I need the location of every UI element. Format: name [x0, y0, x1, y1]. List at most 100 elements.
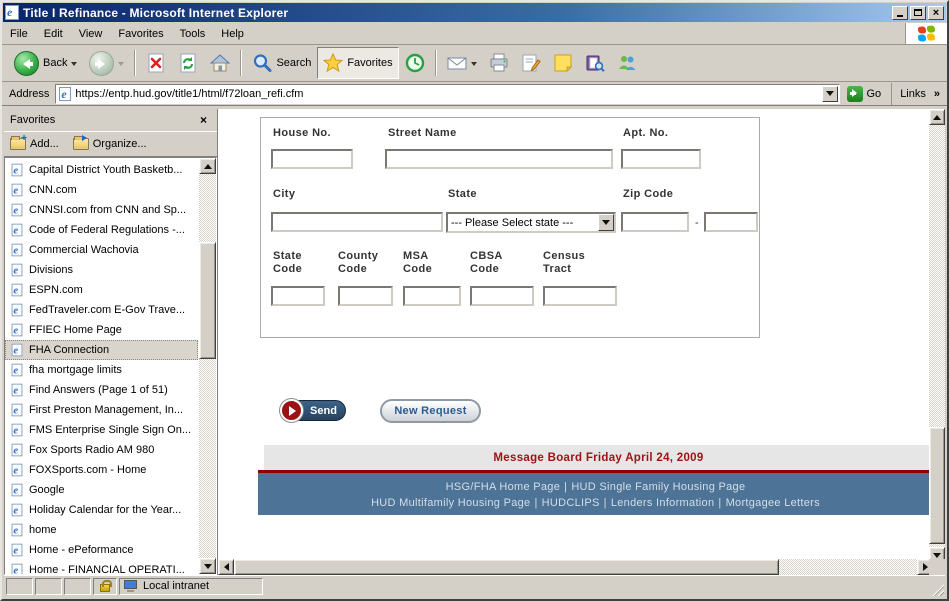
discuss-button[interactable]: [547, 47, 579, 79]
resize-grip[interactable]: [931, 583, 944, 596]
county-code-input[interactable]: [338, 286, 393, 306]
favorites-scrollbar[interactable]: [199, 158, 216, 574]
scroll-track[interactable]: [199, 174, 216, 558]
send-button[interactable]: Send: [280, 399, 346, 422]
menu-help[interactable]: Help: [213, 25, 252, 43]
footer-link[interactable]: Lenders Information: [611, 497, 715, 509]
maximize-button[interactable]: [910, 6, 926, 20]
scroll-left-button[interactable]: [218, 559, 234, 575]
mail-button[interactable]: [441, 47, 483, 79]
favorite-item[interactable]: Code of Federal Regulations -...: [5, 220, 198, 240]
favorite-item[interactable]: Divisions: [5, 260, 198, 280]
go-arrow-icon: [847, 86, 863, 102]
ie-page-icon: [12, 404, 23, 417]
history-button[interactable]: [399, 47, 431, 79]
favorites-button[interactable]: Favorites: [317, 47, 398, 79]
state-code-input[interactable]: [271, 286, 325, 306]
scroll-up-button[interactable]: [199, 158, 216, 174]
messenger-button[interactable]: [611, 47, 643, 79]
favorite-item[interactable]: CNN.com: [5, 180, 198, 200]
favorite-item[interactable]: fha mortgage limits: [5, 360, 198, 380]
content-horizontal-scrollbar[interactable]: [218, 559, 933, 575]
back-button[interactable]: Back: [8, 47, 83, 79]
favorite-item[interactable]: Holiday Calendar for the Year...: [5, 500, 198, 520]
favorite-item[interactable]: ESPN.com: [5, 280, 198, 300]
scroll-up-button[interactable]: [929, 109, 945, 125]
footer-link[interactable]: HSG/FHA Home Page: [446, 481, 561, 493]
cbsa-code-input[interactable]: [470, 286, 534, 306]
census-tract-label: Census Tract: [543, 250, 593, 276]
scroll-thumb[interactable]: [199, 242, 216, 359]
favorite-item[interactable]: Fox Sports Radio AM 980: [5, 440, 198, 460]
scroll-down-button[interactable]: [199, 558, 216, 574]
search-button[interactable]: Search: [246, 47, 317, 79]
ie-page-icon: [12, 224, 23, 237]
apt-no-label: Apt. No.: [623, 127, 668, 140]
lock-icon: [100, 584, 110, 592]
favorite-item[interactable]: Home - ePeformance: [5, 540, 198, 560]
house-no-input[interactable]: [271, 149, 353, 169]
favorite-item[interactable]: Capital District Youth Basketb...: [5, 160, 198, 180]
menu-file[interactable]: File: [2, 25, 36, 43]
select-dropdown-button[interactable]: [598, 214, 614, 231]
address-input[interactable]: https://entp.hud.gov/title1/html/f72loan…: [55, 84, 839, 104]
menu-view[interactable]: View: [71, 25, 111, 43]
add-favorite-button[interactable]: Add...: [10, 138, 59, 150]
state-select[interactable]: --- Please Select state ---: [446, 212, 616, 233]
close-button[interactable]: ×: [928, 6, 944, 20]
refresh-button[interactable]: [172, 47, 204, 79]
zip-plus4-input[interactable]: [704, 212, 758, 232]
favorite-item[interactable]: FOXSports.com - Home: [5, 460, 198, 480]
city-input[interactable]: [271, 212, 443, 232]
footer-link[interactable]: HUDCLIPS: [542, 497, 600, 509]
address-dropdown-button[interactable]: [822, 86, 838, 102]
footer-link[interactable]: HUD Single Family Housing Page: [571, 481, 745, 493]
print-button[interactable]: [483, 47, 515, 79]
minimize-button[interactable]: [892, 6, 908, 20]
ie-page-icon: [12, 164, 23, 177]
back-dropdown-icon[interactable]: [71, 62, 77, 69]
favorite-item[interactable]: CNNSI.com from CNN and Sp...: [5, 200, 198, 220]
menu-favorites[interactable]: Favorites: [110, 25, 171, 43]
favorites-close-button[interactable]: ×: [196, 113, 211, 127]
footer-link[interactable]: Mortgagee Letters: [726, 497, 820, 509]
menu-tools[interactable]: Tools: [172, 25, 214, 43]
scroll-thumb[interactable]: [929, 427, 945, 544]
favorite-item[interactable]: home: [5, 520, 198, 540]
new-request-button[interactable]: New Request: [380, 399, 481, 423]
ie-page-icon: [12, 284, 23, 297]
zip-code-input[interactable]: [621, 212, 689, 232]
toolbar-separator: [134, 50, 136, 76]
favorite-item[interactable]: Commercial Wachovia: [5, 240, 198, 260]
organize-favorites-button[interactable]: Organize...: [73, 138, 147, 150]
favorite-item[interactable]: Google: [5, 480, 198, 500]
edit-button[interactable]: [515, 47, 547, 79]
chevron-more-icon[interactable]: »: [934, 88, 940, 100]
favorite-item[interactable]: Home - FINANCIAL OPERATI...: [5, 560, 198, 575]
message-board-bar: Message Board Friday April 24, 2009: [264, 445, 933, 470]
favorite-item[interactable]: Find Answers (Page 1 of 51): [5, 380, 198, 400]
history-icon: [405, 53, 425, 73]
research-button[interactable]: [579, 47, 611, 79]
census-tract-input[interactable]: [543, 286, 617, 306]
arrow-left-icon: [220, 563, 229, 571]
stop-button[interactable]: [140, 47, 172, 79]
mail-dropdown-icon[interactable]: [471, 62, 477, 69]
menu-edit[interactable]: Edit: [36, 25, 71, 43]
favorite-item[interactable]: FFIEC Home Page: [5, 320, 198, 340]
street-name-input[interactable]: [385, 149, 613, 169]
links-bar[interactable]: Links »: [891, 83, 944, 105]
msa-code-input[interactable]: [403, 286, 461, 306]
scroll-thumb[interactable]: [234, 559, 779, 575]
forward-button[interactable]: [83, 47, 130, 79]
favorite-item[interactable]: FedTraveler.com E-Gov Trave...: [5, 300, 198, 320]
favorites-list: Capital District Youth Basketb... CNN.co…: [4, 157, 217, 575]
footer-link[interactable]: HUD Multifamily Housing Page: [371, 497, 530, 509]
favorite-item[interactable]: FMS Enterprise Single Sign On...: [5, 420, 198, 440]
favorite-item[interactable]: First Preston Management, In...: [5, 400, 198, 420]
home-button[interactable]: [204, 47, 236, 79]
apt-no-input[interactable]: [621, 149, 701, 169]
content-vertical-scrollbar[interactable]: [929, 109, 945, 563]
go-button[interactable]: Go: [844, 83, 888, 104]
favorite-item-selected[interactable]: FHA Connection: [5, 340, 198, 360]
